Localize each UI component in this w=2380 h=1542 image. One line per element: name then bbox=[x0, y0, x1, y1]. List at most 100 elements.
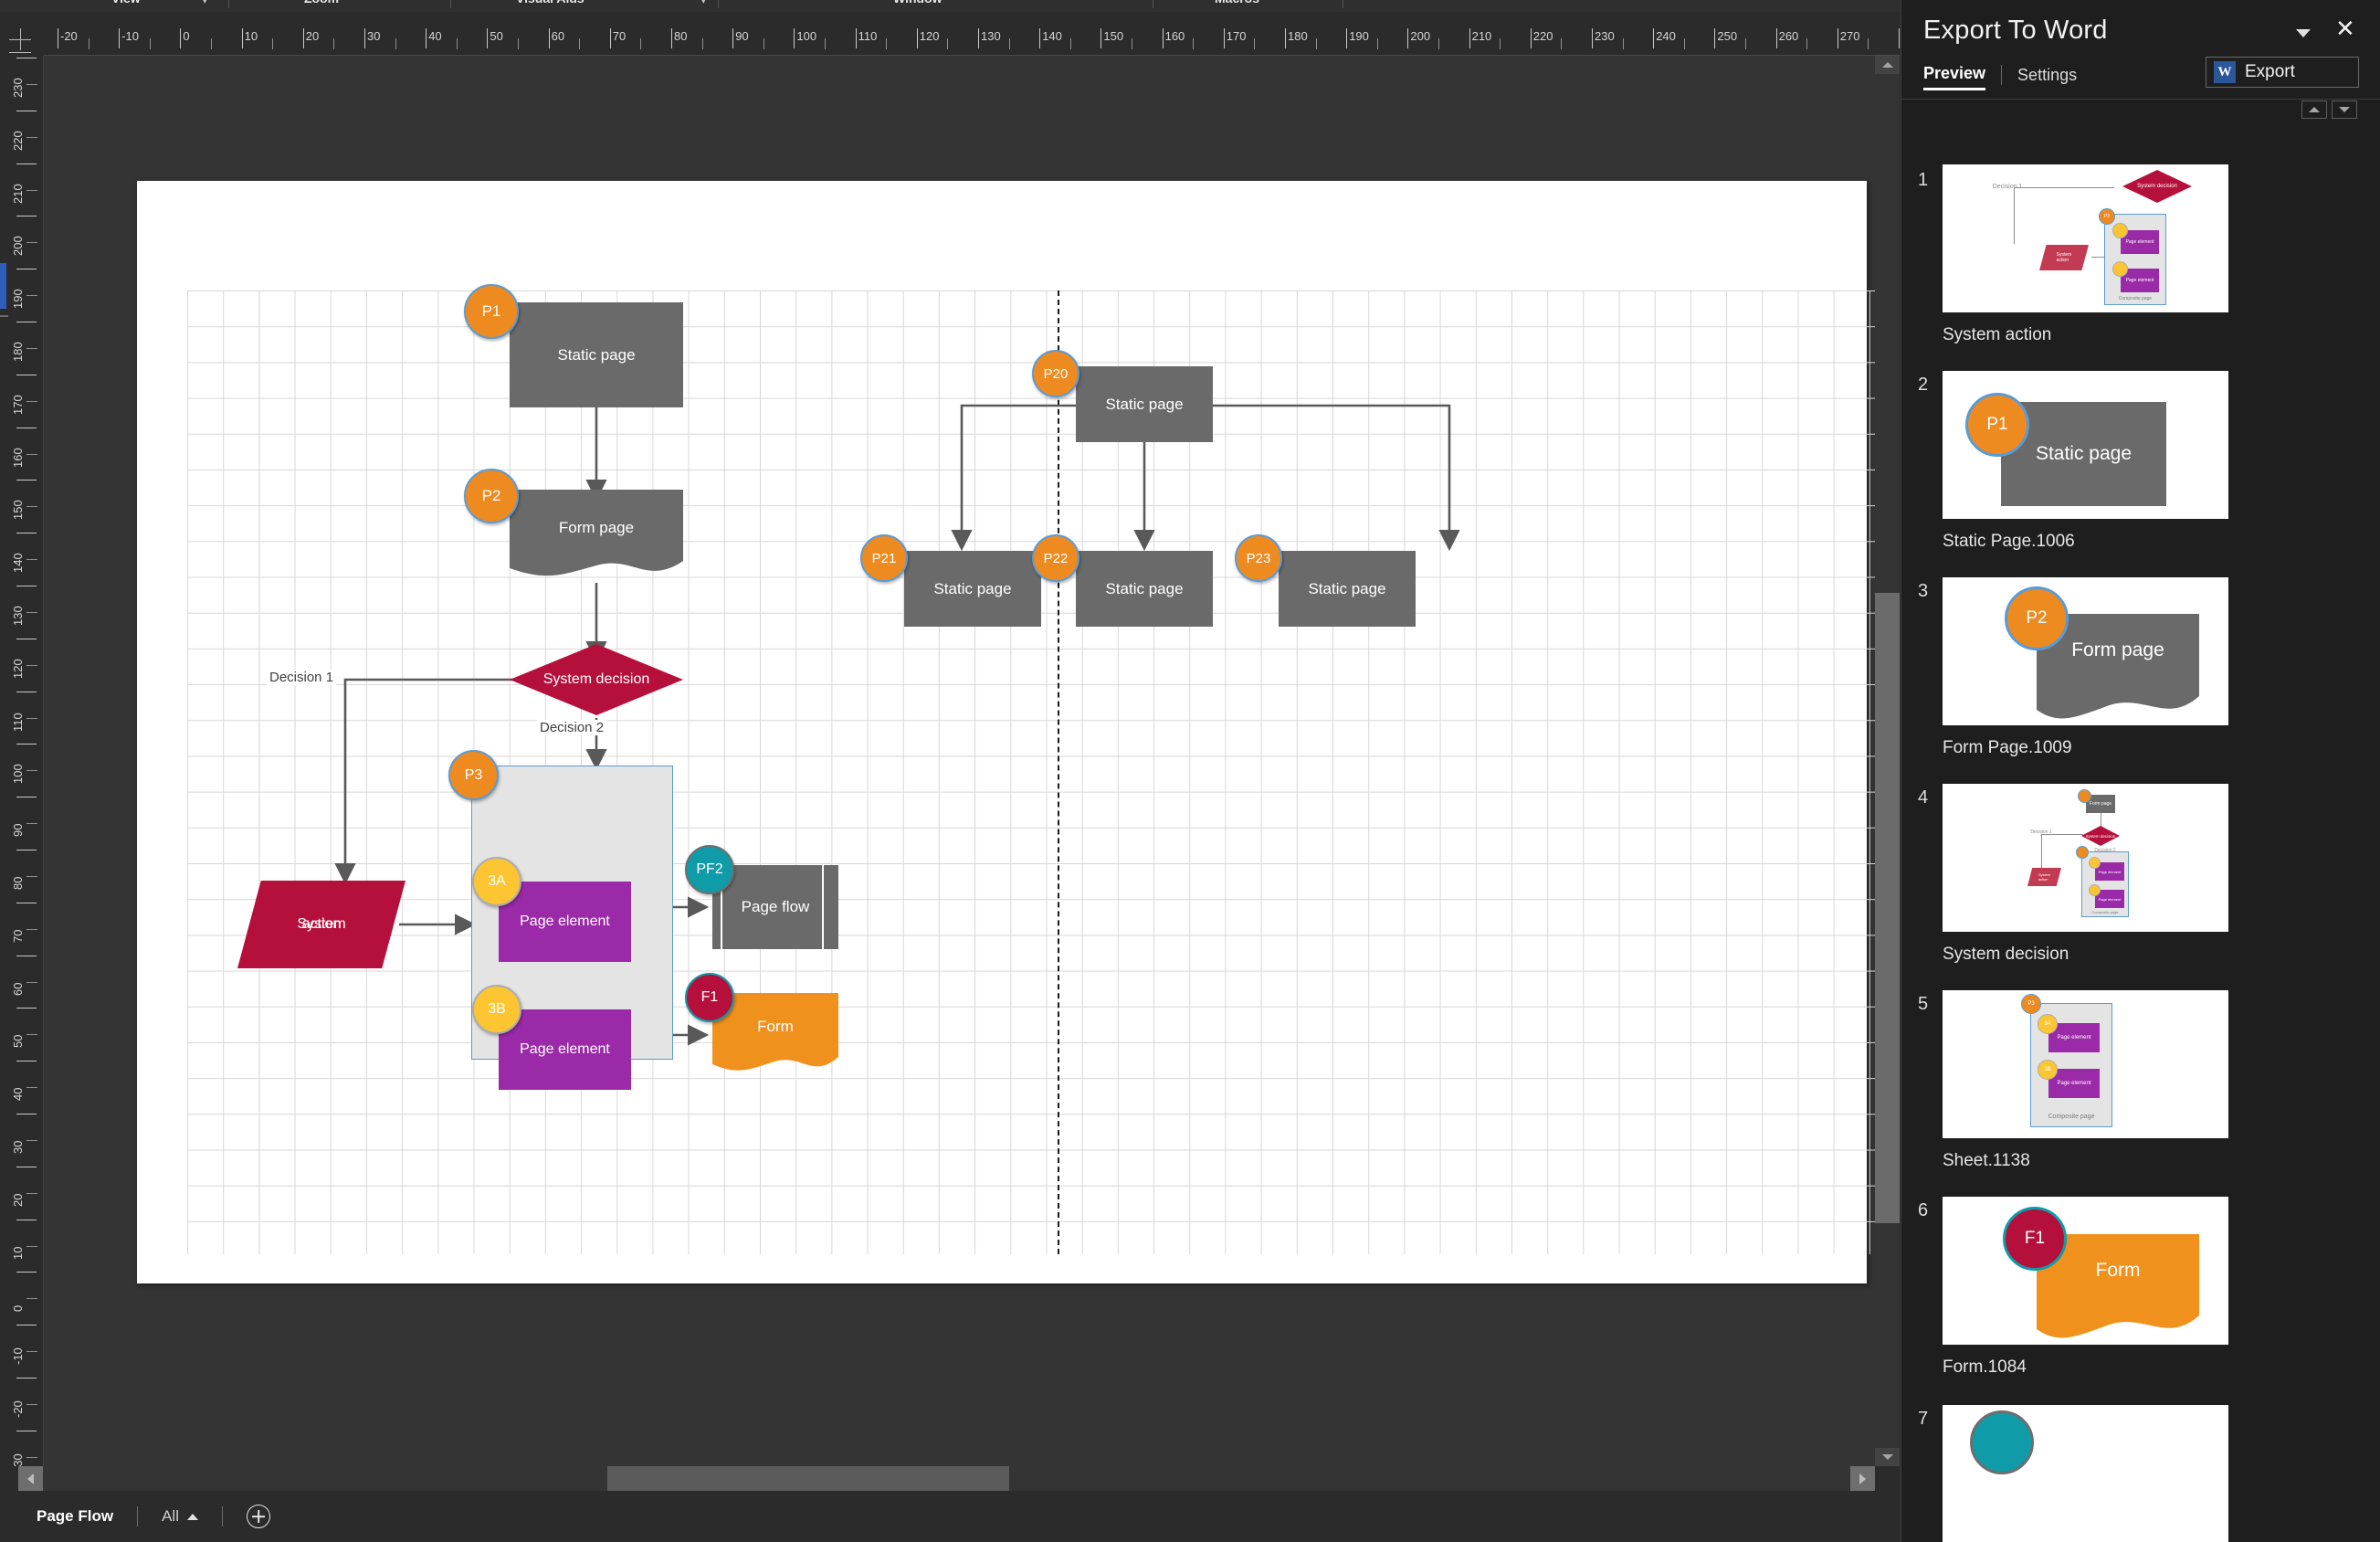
thumbnail-image[interactable]: Form page System decision Decision 1 Dec… bbox=[1943, 784, 2228, 932]
horizontal-scroll-thumb[interactable] bbox=[607, 1466, 1009, 1491]
shape-static-page-p22[interactable]: Static page bbox=[1076, 551, 1213, 627]
thumbnail-image[interactable] bbox=[1943, 1405, 2228, 1542]
status-divider bbox=[221, 1506, 223, 1526]
shape-static-page-p21[interactable]: Static page bbox=[904, 551, 1041, 627]
ruler-minor-tick bbox=[26, 242, 37, 244]
menu-bar[interactable]: View ▾ Zoom Visual Aids ▾ Window Macros bbox=[0, 0, 1900, 12]
ruler-label: 150 bbox=[11, 500, 25, 521]
vertical-scrollbar[interactable] bbox=[1875, 56, 1900, 1466]
export-button[interactable]: W Export bbox=[2206, 57, 2359, 88]
scroll-down-button[interactable] bbox=[1875, 1448, 1900, 1466]
preview-thumbnail-list[interactable]: 1 Decision 1 System decision System actio… bbox=[1901, 132, 2380, 1542]
ruler-tick bbox=[1653, 28, 1655, 48]
shape-page-element-3b[interactable]: Page element bbox=[499, 1009, 631, 1090]
thumbnail-image[interactable]: Form F1 bbox=[1943, 1197, 2228, 1345]
menu-item-macros[interactable]: Macros bbox=[1215, 0, 1259, 5]
shape-form-page-p2[interactable]: Form page bbox=[510, 490, 683, 583]
menu-view-dropdown-icon[interactable]: ▾ bbox=[203, 0, 207, 6]
ruler-label: -10 bbox=[11, 1347, 25, 1366]
ruler-minor-tick bbox=[701, 38, 703, 49]
arrow-down-icon[interactable] bbox=[2332, 100, 2357, 119]
ruler-label: 200 bbox=[1410, 29, 1431, 43]
thumbnail-image[interactable]: P3 3A Page element 3B Page element Compo… bbox=[1943, 990, 2228, 1138]
ruler-minor-tick bbox=[456, 38, 458, 49]
badge-p2[interactable]: P2 bbox=[464, 469, 519, 523]
badge-3b[interactable]: 3B bbox=[472, 985, 521, 1034]
shape-label: Form page bbox=[558, 519, 635, 536]
caret-up-icon bbox=[186, 1513, 198, 1520]
ruler-label: 40 bbox=[11, 1087, 25, 1102]
scroll-left-button[interactable] bbox=[18, 1466, 43, 1491]
badge-p3[interactable]: P3 bbox=[448, 750, 499, 800]
ruler-minor-tick bbox=[333, 38, 335, 49]
ruler-minor-tick bbox=[1376, 38, 1378, 49]
page-filter-all[interactable]: All bbox=[162, 1507, 198, 1526]
ruler-label: 60 bbox=[11, 982, 25, 996]
badge-p22[interactable]: P22 bbox=[1032, 534, 1079, 582]
page-tab-page-flow[interactable]: Page Flow bbox=[37, 1507, 113, 1526]
shape-static-page-p20[interactable]: Static page bbox=[1076, 366, 1213, 442]
shape-page-element-3a[interactable]: Page element bbox=[499, 882, 631, 962]
drawing-page[interactable]: Static page P1 Form page P2 System decis… bbox=[137, 181, 1875, 1283]
menu-item-zoom[interactable]: Zoom bbox=[304, 0, 339, 5]
add-page-button[interactable] bbox=[246, 1505, 270, 1528]
ruler-minor-tick bbox=[26, 981, 37, 983]
scroll-up-button[interactable] bbox=[1875, 56, 1900, 74]
badge-p21[interactable]: P21 bbox=[860, 534, 908, 582]
thumbnail-number: 2 bbox=[1918, 375, 1929, 395]
ruler-minor-tick bbox=[518, 38, 519, 49]
badge-p20[interactable]: P20 bbox=[1032, 350, 1079, 397]
menu-visualaids-dropdown-icon[interactable]: ▾ bbox=[701, 0, 706, 6]
shape-static-page-p1[interactable]: Static page bbox=[510, 302, 683, 407]
horizontal-ruler[interactable]: -20 -10 0 10 20 30 40 50 60 70 80 90 100 110 120 130 140… bbox=[44, 12, 1900, 56]
export-button-label: Export bbox=[2245, 62, 2295, 81]
drawing-canvas[interactable]: Static page P1 Form page P2 System decis… bbox=[45, 56, 1875, 1466]
badge-p23[interactable]: P23 bbox=[1235, 534, 1282, 582]
ruler-tick bbox=[1285, 28, 1286, 48]
ruler-tick bbox=[978, 28, 979, 48]
ruler-label: 30 bbox=[367, 29, 381, 43]
ruler-minor-tick bbox=[272, 38, 274, 49]
ruler-label: 140 bbox=[1042, 29, 1062, 43]
scroll-right-button[interactable] bbox=[1850, 1466, 1875, 1491]
ruler-minor-tick bbox=[1069, 38, 1071, 49]
badge-label: P3 bbox=[464, 766, 483, 783]
thumbnail-nav-buttons bbox=[2301, 100, 2357, 119]
vertical-ruler[interactable]: 230 220 210 200 190 180 170 160 150 140 130 120 110 1… bbox=[0, 56, 44, 1466]
chevron-down-icon[interactable] bbox=[2296, 29, 2311, 37]
thumbnail-image[interactable]: Decision 1 System decision System action … bbox=[1943, 164, 2228, 312]
badge-f1[interactable]: F1 bbox=[685, 973, 734, 1022]
ruler-label: 220 bbox=[1532, 29, 1553, 43]
thumbnail-number: 5 bbox=[1918, 994, 1929, 1014]
ruler-label: 160 bbox=[1164, 29, 1185, 43]
ruler-minor-tick bbox=[26, 295, 37, 297]
ruler-label: 60 bbox=[551, 29, 565, 43]
ruler-minor-tick bbox=[1193, 38, 1195, 49]
connector-layer bbox=[334, 404, 1460, 1046]
menu-item-visual-aids[interactable]: Visual Aids bbox=[516, 0, 584, 5]
badge-p1[interactable]: P1 bbox=[464, 284, 519, 339]
badge-pf2[interactable]: PF2 bbox=[685, 845, 734, 894]
badge-3a[interactable]: 3A bbox=[472, 857, 521, 906]
tab-settings[interactable]: Settings bbox=[2017, 66, 2077, 90]
close-icon[interactable]: ✕ bbox=[2335, 16, 2355, 40]
menu-item-window[interactable]: Window bbox=[893, 0, 943, 5]
ruler-label: -10 bbox=[121, 29, 139, 43]
shape-system-decision[interactable]: System decision bbox=[510, 644, 683, 715]
tab-preview[interactable]: Preview bbox=[1923, 64, 1986, 90]
ruler-minor-tick bbox=[825, 38, 826, 49]
horizontal-scrollbar[interactable] bbox=[18, 1466, 1875, 1491]
ruler-label: 240 bbox=[1656, 29, 1676, 43]
ruler-tick bbox=[732, 28, 734, 48]
thumbnail-image[interactable]: Form page P2 bbox=[1943, 577, 2228, 725]
word-icon: W bbox=[2214, 61, 2236, 83]
arrow-up-icon[interactable] bbox=[2301, 100, 2327, 119]
shape-system-action[interactable]: System action bbox=[237, 881, 405, 968]
menu-item-view[interactable]: View bbox=[111, 0, 141, 5]
ruler-minor-tick bbox=[26, 136, 37, 138]
ruler-label: 170 bbox=[11, 395, 25, 415]
thumbnail-caption: System action bbox=[1943, 325, 2052, 344]
vertical-scroll-thumb[interactable] bbox=[1875, 593, 1900, 1223]
shape-static-page-p23[interactable]: Static page bbox=[1279, 551, 1416, 627]
thumbnail-image[interactable]: Static page P1 bbox=[1943, 371, 2228, 519]
